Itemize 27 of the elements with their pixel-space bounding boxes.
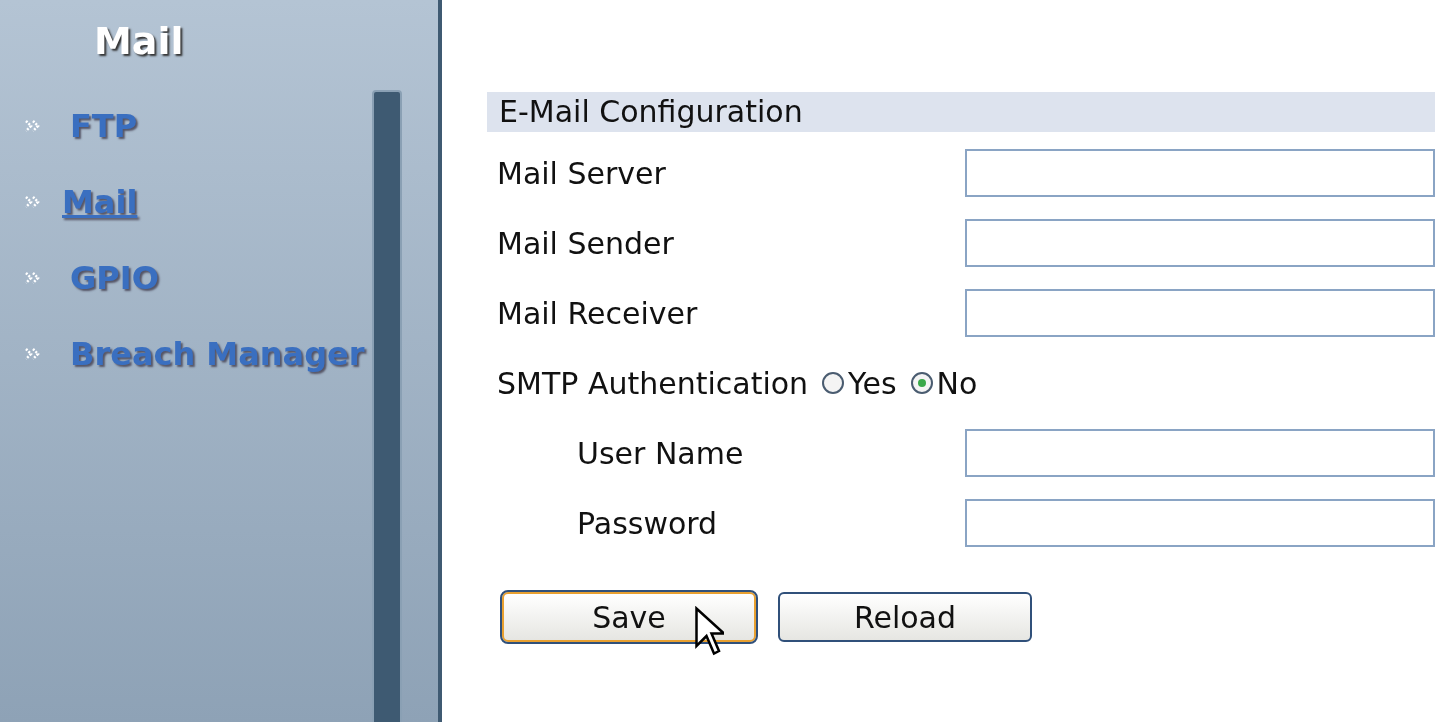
radio-label: Yes (848, 364, 897, 403)
field-label: SMTP Authentication (497, 364, 809, 403)
field-label: Password (577, 504, 719, 543)
section-header: E-Mail Configuration (487, 92, 1435, 132)
chevrons-icon (24, 119, 42, 133)
radio-label: No (936, 364, 978, 403)
sidebar-link[interactable]: Breach Manager (70, 338, 365, 370)
field-label: Mail Server (497, 154, 667, 193)
chevrons-icon (24, 271, 42, 285)
chevrons-icon (24, 347, 42, 361)
input-field[interactable] (965, 149, 1435, 197)
field-label: Mail Receiver (497, 294, 699, 333)
sidebar-link[interactable]: GPIO (70, 262, 159, 294)
radio-button[interactable] (822, 372, 845, 394)
sidebar-title: Mail (94, 22, 185, 60)
radio-button[interactable] (910, 372, 933, 394)
form-button[interactable]: Reload (778, 592, 1032, 642)
cursor-icon (694, 606, 724, 656)
sidebar-link[interactable]: FTP (70, 110, 138, 142)
input-field[interactable] (965, 219, 1435, 267)
field-label: Mail Sender (497, 224, 675, 263)
password-field[interactable] (965, 499, 1435, 547)
field-label: User Name (577, 434, 745, 473)
input-field[interactable] (965, 289, 1435, 337)
sidebar-link[interactable]: Mail (62, 186, 138, 218)
input-field[interactable] (965, 429, 1435, 477)
chevrons-icon (24, 195, 42, 209)
